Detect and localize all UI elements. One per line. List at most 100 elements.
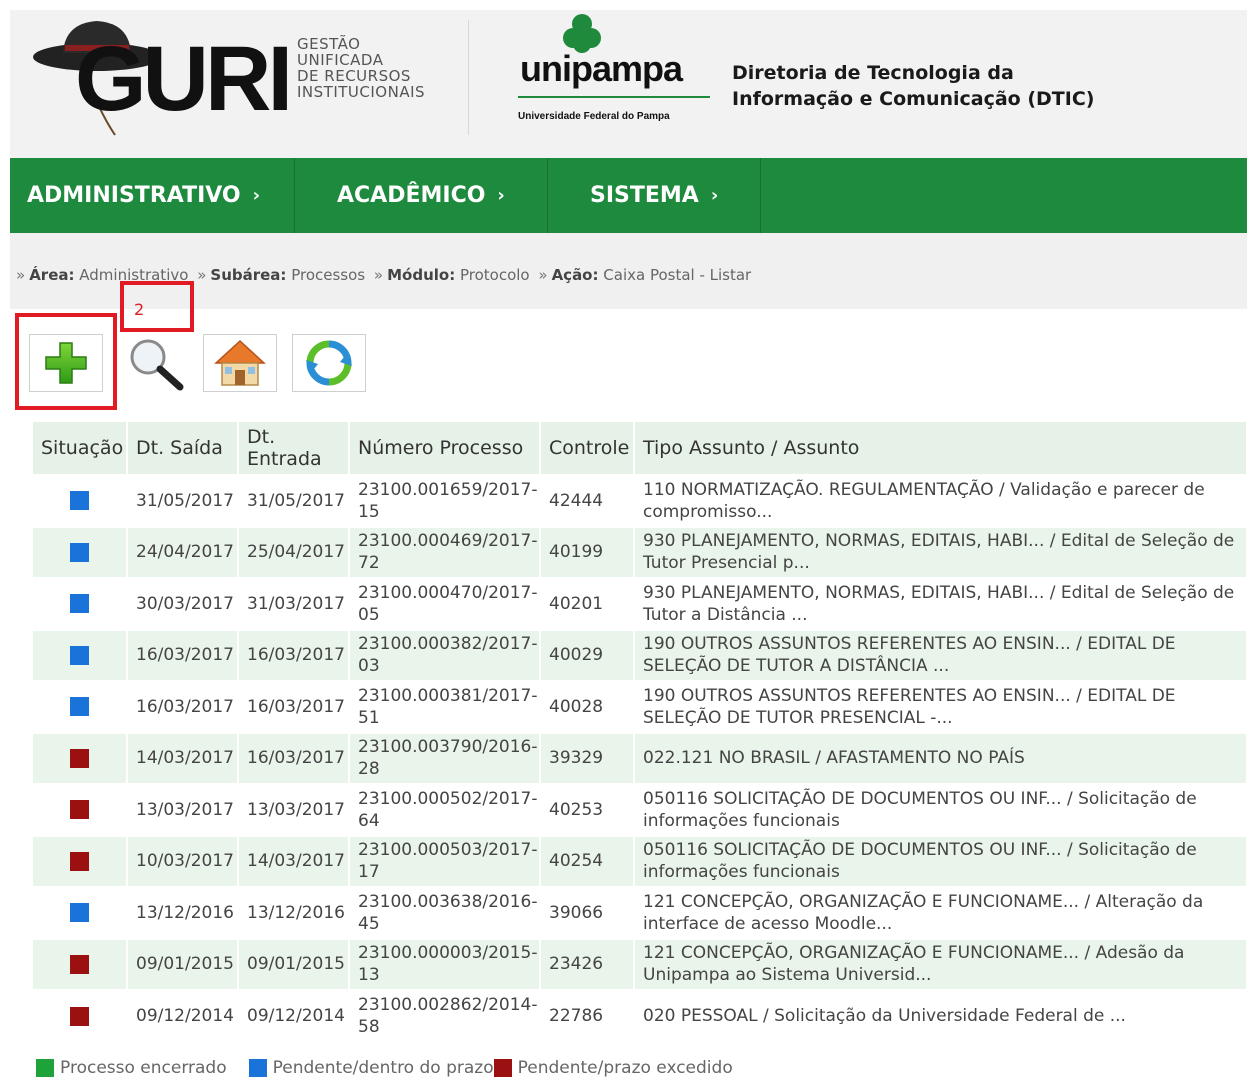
breadcrumb-subarea-link[interactable]: Processos — [291, 266, 365, 284]
cell-controle: 39329 — [540, 731, 635, 784]
table-row[interactable]: 24/04/2017 25/04/2017 23100.000469/2017-72… — [33, 525, 1248, 578]
cell-dt-saida: 13/03/2017 — [127, 783, 239, 836]
breadcrumb-modulo-link[interactable]: Protocolo — [460, 266, 530, 284]
home-icon — [214, 339, 266, 386]
dtic-line: Diretoria de Tecnologia da — [732, 62, 1014, 84]
status-square-icon — [70, 645, 89, 665]
legend-item-excedido: Pendente/prazo excedido — [493, 1058, 733, 1078]
table-row[interactable]: 13/12/2016 13/12/2016 23100.003638/2016-45… — [33, 886, 1248, 939]
breadcrumb-area-label: Área: — [29, 266, 75, 284]
cell-controle: 23426 — [540, 937, 635, 990]
col-header-dt-entrada[interactable]: Dt. Entrada — [238, 422, 350, 475]
annotation-box-add — [15, 313, 117, 410]
cell-controle: 22786 — [540, 989, 635, 1042]
col-header-situacao[interactable]: Situação — [33, 422, 128, 475]
cell-controle: 40201 — [540, 577, 635, 630]
cell-numero-processo: 23100.000003/2015-13 — [349, 937, 541, 990]
breadcrumb-subarea-label: Subárea: — [210, 266, 287, 284]
cell-assunto: 121 CONCEPÇÃO, ORGANIZAÇÃO E FUNCIONAME.… — [634, 886, 1248, 939]
nav-item-administrativo[interactable]: ADMINISTRATIVO › — [10, 158, 295, 233]
breadcrumb-separator: » — [197, 266, 207, 284]
status-legend: Processo encerrado Pendente/dentro do pr… — [36, 1058, 755, 1078]
table-row[interactable]: 16/03/2017 16/03/2017 23100.000381/2017-51… — [33, 680, 1248, 733]
annotation-label-2: 2 — [134, 300, 145, 319]
col-header-dt-saida[interactable]: Dt. Saída — [127, 422, 239, 475]
home-button[interactable] — [203, 334, 277, 392]
site-header: GURI GESTÃO UNIFICADA DE RECURSOS INSTIT… — [10, 10, 1247, 158]
col-header-controle[interactable]: Controle — [540, 422, 635, 475]
guri-logo[interactable]: GURI — [25, 15, 295, 145]
cell-situacao — [33, 474, 128, 527]
cell-situacao — [33, 886, 128, 939]
breadcrumb-modulo-label: Módulo: — [387, 266, 456, 284]
status-square-icon — [70, 594, 89, 614]
cell-situacao — [33, 680, 128, 733]
status-square-icon — [70, 800, 89, 820]
cell-controle: 40029 — [540, 628, 635, 681]
cell-dt-saida: 24/04/2017 — [127, 525, 239, 578]
cell-controle: 42444 — [540, 474, 635, 527]
cell-numero-processo: 23100.000503/2017-17 — [349, 834, 541, 887]
table-row[interactable]: 13/03/2017 13/03/2017 23100.000502/2017-64… — [33, 783, 1248, 836]
guri-subtitle: GESTÃO UNIFICADA DE RECURSOS INSTITUCION… — [297, 36, 425, 100]
table-row[interactable]: 16/03/2017 16/03/2017 23100.000382/2017-03… — [33, 628, 1248, 681]
cell-numero-processo: 23100.002862/2014-58 — [349, 989, 541, 1042]
nav-item-academico[interactable]: ACADÊMICO › — [295, 158, 548, 233]
breadcrumb-separator: » — [538, 266, 548, 284]
guri-sub-line: INSTITUCIONAIS — [297, 83, 426, 101]
status-square-icon — [70, 748, 89, 768]
cell-controle: 40253 — [540, 783, 635, 836]
breadcrumb-separator: » — [16, 266, 26, 284]
cell-situacao — [33, 577, 128, 630]
cell-dt-entrada: 25/04/2017 — [238, 525, 350, 578]
cell-numero-processo: 23100.000470/2017-05 — [349, 577, 541, 630]
cell-numero-processo: 23100.000469/2017-72 — [349, 525, 541, 578]
col-header-numero[interactable]: Número Processo — [349, 422, 541, 475]
cell-assunto: 190 OUTROS ASSUNTOS REFERENTES AO ENSIN.… — [634, 680, 1248, 733]
cell-dt-entrada: 31/05/2017 — [238, 474, 350, 527]
table-row[interactable]: 10/03/2017 14/03/2017 23100.000503/2017-17… — [33, 834, 1248, 887]
cell-dt-saida: 16/03/2017 — [127, 628, 239, 681]
table-row[interactable]: 14/03/2017 16/03/2017 23100.003790/2016-28… — [33, 731, 1248, 784]
table-row[interactable]: 09/12/2014 09/12/2014 23100.002862/2014-58… — [33, 989, 1248, 1042]
table-row[interactable]: 09/01/2015 09/01/2015 23100.000003/2015-13… — [33, 937, 1248, 990]
table-row[interactable]: 30/03/2017 31/03/2017 23100.000470/2017-05… — [33, 577, 1248, 630]
guri-wordmark: GURI — [75, 28, 293, 130]
cell-dt-saida: 16/03/2017 — [127, 680, 239, 733]
status-square-icon — [70, 491, 89, 511]
breadcrumb-separator: » — [373, 266, 384, 284]
nav-label: ACADÊMICO — [337, 183, 486, 208]
table-row[interactable]: 31/05/2017 31/05/2017 23100.001659/2017-15… — [33, 474, 1248, 527]
status-square-icon — [70, 851, 89, 871]
breadcrumb-acao-value: Caixa Postal - Listar — [603, 266, 752, 284]
main-nav: ADMINISTRATIVO › ACADÊMICO › SISTEMA › — [10, 158, 1247, 233]
cell-dt-entrada: 09/12/2014 — [238, 989, 350, 1042]
cell-dt-entrada: 16/03/2017 — [238, 628, 350, 681]
cell-dt-saida: 13/12/2016 — [127, 886, 239, 939]
cell-dt-entrada: 13/12/2016 — [238, 886, 350, 939]
cell-assunto: 930 PLANEJAMENTO, NORMAS, EDITAIS, HABI.… — [634, 577, 1248, 630]
cell-assunto: 050116 SOLICITAÇÃO DE DOCUMENTOS OU INF.… — [634, 834, 1248, 887]
dtic-title: Diretoria de Tecnologia da Informação e … — [732, 60, 1094, 112]
cell-numero-processo: 23100.001659/2017-15 — [349, 474, 541, 527]
status-square-icon — [70, 1006, 89, 1026]
unipampa-subtitle: Universidade Federal do Pampa — [518, 111, 670, 122]
nav-item-sistema[interactable]: SISTEMA › — [548, 158, 761, 233]
status-square-icon — [70, 542, 89, 562]
search-button[interactable] — [119, 334, 193, 392]
cell-dt-entrada: 16/03/2017 — [238, 680, 350, 733]
cell-situacao — [33, 937, 128, 990]
cell-dt-saida: 30/03/2017 — [127, 577, 239, 630]
cell-dt-saida: 31/05/2017 — [127, 474, 239, 527]
cell-dt-saida: 09/01/2015 — [127, 937, 239, 990]
refresh-button[interactable] — [292, 334, 366, 392]
cell-situacao — [33, 783, 128, 836]
cell-dt-entrada: 31/03/2017 — [238, 577, 350, 630]
cell-assunto: 190 OUTROS ASSUNTOS REFERENTES AO ENSIN.… — [634, 628, 1248, 681]
col-header-assunto[interactable]: Tipo Assunto / Assunto — [634, 422, 1248, 475]
breadcrumb-acao-label: Ação: — [551, 266, 599, 284]
cell-assunto: 020 PESSOAL / Solicitação da Universidad… — [634, 989, 1248, 1042]
chevron-right-icon: › — [497, 185, 505, 206]
cell-assunto: 121 CONCEPÇÃO, ORGANIZAÇÃO E FUNCIONAME.… — [634, 937, 1248, 990]
legend-label: Processo encerrado — [60, 1058, 227, 1078]
